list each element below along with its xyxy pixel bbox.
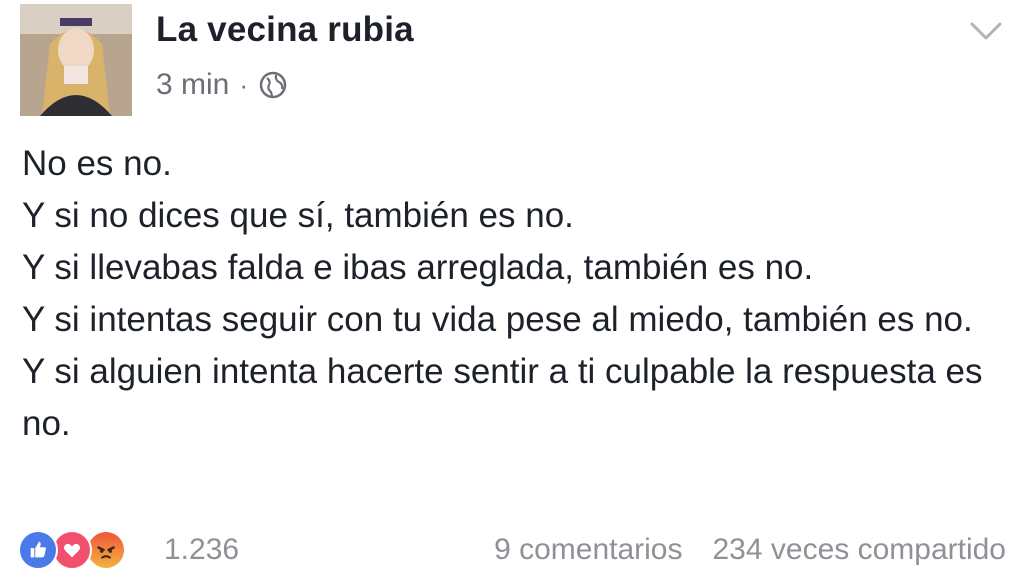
post-line: Y si llevabas falda e ibas arreglada, ta…: [22, 248, 814, 287]
shares-count[interactable]: 234 veces compartido: [713, 533, 1007, 567]
love-icon: [52, 530, 92, 570]
post-footer: 1.236 9 comentarios 234 veces compartido: [18, 528, 1006, 572]
facebook-post: La vecina rubia 3 min · No es no. Y si n…: [0, 0, 1024, 576]
post-meta: 3 min ·: [156, 68, 288, 102]
reactions-summary[interactable]: [18, 528, 156, 572]
reaction-count[interactable]: 1.236: [164, 533, 239, 567]
post-line: Y si alguien intenta hacerte sentir a ti…: [22, 352, 983, 443]
post-line: No es no.: [22, 144, 172, 183]
like-icon: [18, 530, 58, 570]
avatar[interactable]: [20, 4, 132, 116]
post-body: No es no. Y si no dices que sí, también …: [22, 138, 1012, 450]
comments-count[interactable]: 9 comentarios: [494, 533, 682, 567]
avatar-image: [20, 4, 132, 116]
engagement-counts: 9 comentarios 234 veces compartido: [494, 533, 1006, 567]
angry-icon: [86, 530, 126, 570]
globe-icon[interactable]: [258, 70, 288, 100]
chevron-down-icon[interactable]: [966, 16, 1006, 46]
post-line: Y si no dices que sí, también es no.: [22, 196, 574, 235]
meta-separator: ·: [239, 69, 249, 100]
post-timestamp[interactable]: 3 min: [156, 68, 229, 102]
author-name[interactable]: La vecina rubia: [156, 10, 414, 50]
post-line: Y si intentas seguir con tu vida pese al…: [22, 300, 973, 339]
